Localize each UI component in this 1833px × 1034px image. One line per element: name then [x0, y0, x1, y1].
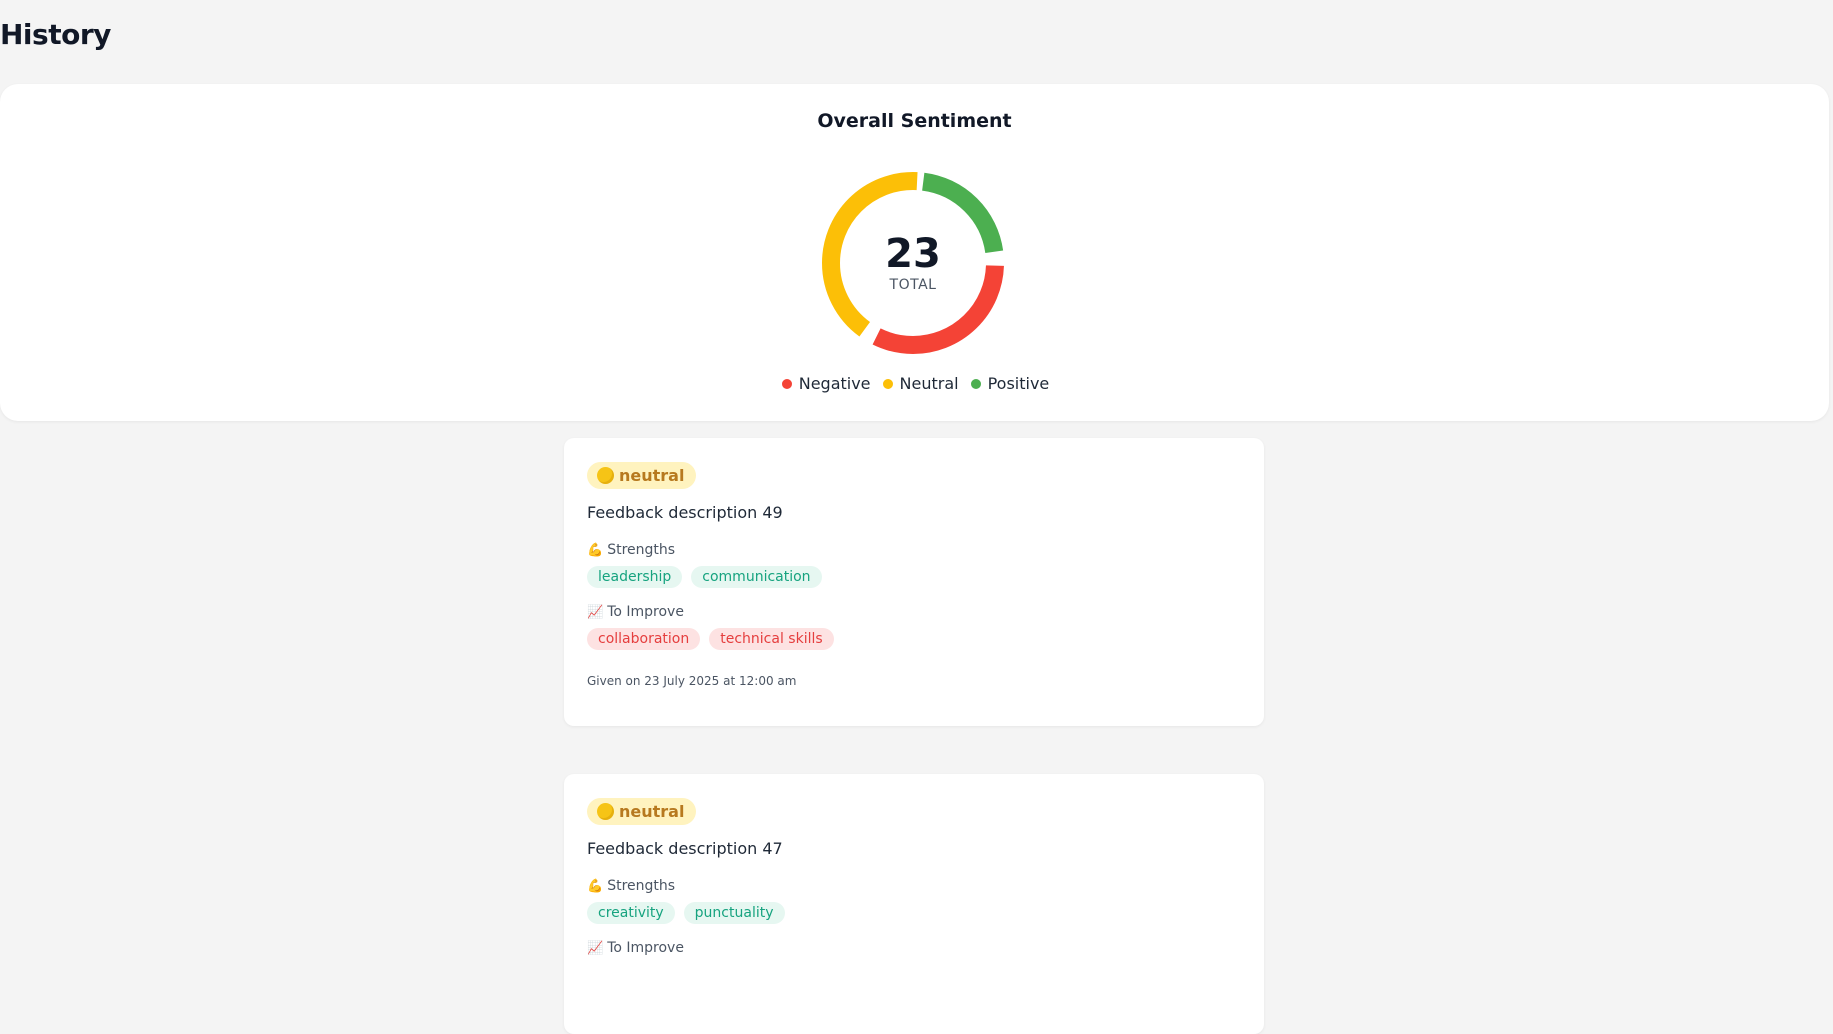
- strength-tag: creativity: [587, 902, 675, 924]
- legend-item-neutral[interactable]: Neutral: [882, 374, 959, 393]
- sentiment-legend: Negative Neutral Positive: [0, 374, 1829, 393]
- neutral-face-icon: [597, 467, 614, 484]
- legend-label-positive: Positive: [987, 374, 1050, 393]
- flexed-biceps-icon: 💪: [587, 542, 604, 558]
- given-on-timestamp: Given on 23 July 2025 at 12:00 am: [587, 674, 797, 688]
- improve-tags: collaboration technical skills: [587, 628, 1241, 650]
- legend-dot-neutral: [882, 378, 893, 389]
- feedback-description: Feedback description 47: [587, 839, 783, 858]
- sentiment-badge-label: neutral: [619, 802, 685, 821]
- donut-center: 23 TOTAL: [820, 170, 1006, 356]
- strengths-label: Strengths: [607, 542, 676, 558]
- feedback-card: neutral Feedback description 47 💪 Streng…: [564, 774, 1264, 1034]
- strengths-heading: 💪 Strengths: [587, 878, 1241, 894]
- strengths-label: Strengths: [607, 878, 676, 894]
- chart-increasing-icon: 📈: [587, 604, 604, 620]
- chart-increasing-icon: 📈: [587, 940, 604, 956]
- legend-item-negative[interactable]: Negative: [781, 374, 871, 393]
- page-title: History: [0, 18, 111, 51]
- feedback-card: neutral Feedback description 49 💪 Streng…: [564, 438, 1264, 726]
- flexed-biceps-icon: 💪: [587, 878, 604, 894]
- legend-label-neutral: Neutral: [899, 374, 959, 393]
- strength-tag: communication: [691, 566, 822, 588]
- neutral-face-icon: [597, 803, 614, 820]
- legend-dot-positive: [970, 378, 981, 389]
- improve-heading: 📈 To Improve: [587, 940, 1241, 956]
- strength-tag: punctuality: [683, 902, 785, 924]
- improve-heading: 📈 To Improve: [587, 604, 1241, 620]
- feedback-description: Feedback description 49: [587, 503, 783, 522]
- sentiment-donut-chart: 23 TOTAL: [820, 170, 1006, 356]
- donut-total-label: TOTAL: [889, 277, 937, 293]
- improve-label: To Improve: [607, 604, 684, 620]
- improve-tag: technical skills: [709, 628, 834, 650]
- strengths-tags: leadership communication: [587, 566, 1241, 588]
- legend-dot-negative: [781, 378, 792, 389]
- strength-tag: leadership: [587, 566, 683, 588]
- sentiment-badge-label: neutral: [619, 466, 685, 485]
- sentiment-badge: neutral: [587, 462, 697, 489]
- legend-item-positive[interactable]: Positive: [970, 374, 1050, 393]
- improve-label: To Improve: [607, 940, 684, 956]
- overall-sentiment-card: Overall Sentiment 23 TOTAL Negative Neut…: [0, 84, 1829, 421]
- donut-total: 23: [885, 231, 941, 277]
- sentiment-badge: neutral: [587, 798, 697, 825]
- strengths-heading: 💪 Strengths: [587, 542, 1241, 558]
- improve-tag: collaboration: [587, 628, 701, 650]
- strengths-tags: creativity punctuality: [587, 902, 1241, 924]
- sentiment-title: Overall Sentiment: [817, 110, 1012, 132]
- legend-label-negative: Negative: [798, 374, 871, 393]
